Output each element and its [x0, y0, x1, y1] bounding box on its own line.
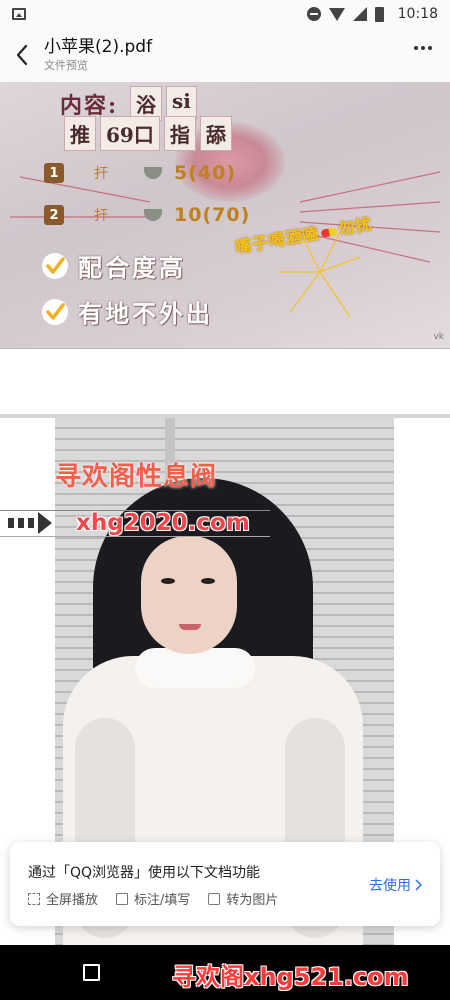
feature-label: 转为图片 [226, 893, 279, 908]
arrow-right-icon [8, 512, 52, 534]
image-notification-icon [12, 8, 26, 20]
feature-annotate[interactable]: 标注/填写 [116, 889, 190, 908]
watermark-title: 寻欢阁性息阀 [55, 462, 218, 492]
feature-to-image[interactable]: 转为图片 [208, 889, 278, 908]
signal-icon [352, 7, 367, 21]
back-arrow-icon [16, 44, 28, 66]
status-time: 10:18 [397, 6, 438, 22]
nav-watermark: 寻欢阁xhg521.com [172, 963, 409, 991]
go-use-button[interactable]: 去使用 [369, 875, 422, 895]
document-subtitle: 文件预览 [44, 59, 88, 72]
document-title: 小苹果(2).pdf [44, 37, 153, 57]
chevron-right-icon [415, 879, 422, 891]
checkmark-icon [42, 298, 68, 325]
pill-icon [320, 226, 338, 238]
fullscreen-icon [28, 892, 40, 905]
back-button[interactable] [0, 28, 44, 82]
tag-row-bottom: 推 69口 指 舔 [64, 116, 232, 151]
tag-item: 推 [64, 116, 96, 151]
bowl-icon [144, 167, 162, 179]
more-menu-icon[interactable] [414, 46, 432, 50]
price-row-2: 2 扞 10(70) [44, 204, 250, 226]
eye-right [201, 578, 215, 584]
face-shape [141, 536, 237, 654]
watermark-line-bottom [0, 536, 270, 537]
price-number: 1 [44, 163, 64, 183]
checkmark-icon [42, 252, 68, 279]
check-text: 有地不外出 [78, 300, 213, 328]
recent-apps-button[interactable] [83, 964, 100, 981]
bowl-icon [144, 209, 162, 221]
go-use-label: 去使用 [369, 878, 411, 894]
system-nav-bar: 寻欢阁xhg521.com [0, 945, 450, 1000]
page-gap [0, 349, 450, 416]
pdf-page-1: 内容: 浴 si 推 69口 指 舔 1 扞 5(40) 2 扞 10(70) … [0, 82, 450, 349]
tag-item: 69口 [100, 116, 160, 151]
price-row-1: 1 扞 5(40) [44, 162, 236, 184]
app-header: 小苹果(2).pdf 文件预览 [0, 28, 450, 82]
image-icon [208, 892, 221, 905]
do-not-disturb-icon [306, 7, 321, 21]
edit-icon [116, 892, 129, 905]
qq-browser-banner[interactable]: 通过「QQ浏览器」使用以下文档功能 全屏播放 标注/填写 转为图片 去使用 [10, 842, 440, 926]
check-row-2: 有地不外出 [42, 294, 213, 329]
tag-item: 指 [163, 116, 196, 151]
banner-title: 通过「QQ浏览器」使用以下文档功能 [28, 865, 261, 881]
price-value: 5(40) [174, 162, 237, 184]
tag-item: 舔 [199, 116, 232, 151]
wifi-icon [328, 7, 345, 21]
feature-label: 全屏播放 [46, 893, 99, 908]
status-icons: 10:18 [306, 6, 438, 22]
eye-left [161, 578, 175, 584]
battery-icon [374, 6, 384, 22]
watermark-url: xhg2020.com [76, 510, 250, 536]
banner-features: 全屏播放 标注/填写 转为图片 [28, 889, 278, 908]
title-block: 小苹果(2).pdf 文件预览 [44, 36, 152, 74]
feature-label: 标注/填写 [134, 893, 191, 908]
mouth-shape [179, 624, 201, 630]
shot-label: 扞 [94, 208, 108, 224]
collar-shape [135, 648, 255, 688]
check-text: 配合度高 [78, 254, 186, 282]
check-row-1: 配合度高 [42, 248, 186, 283]
shot-label: 扞 [94, 166, 108, 182]
price-value: 10(70) [174, 204, 251, 226]
status-bar: 10:18 [0, 0, 450, 28]
corner-mark: vk [433, 332, 444, 342]
price-number: 2 [44, 205, 64, 225]
feature-fullscreen[interactable]: 全屏播放 [28, 889, 98, 908]
